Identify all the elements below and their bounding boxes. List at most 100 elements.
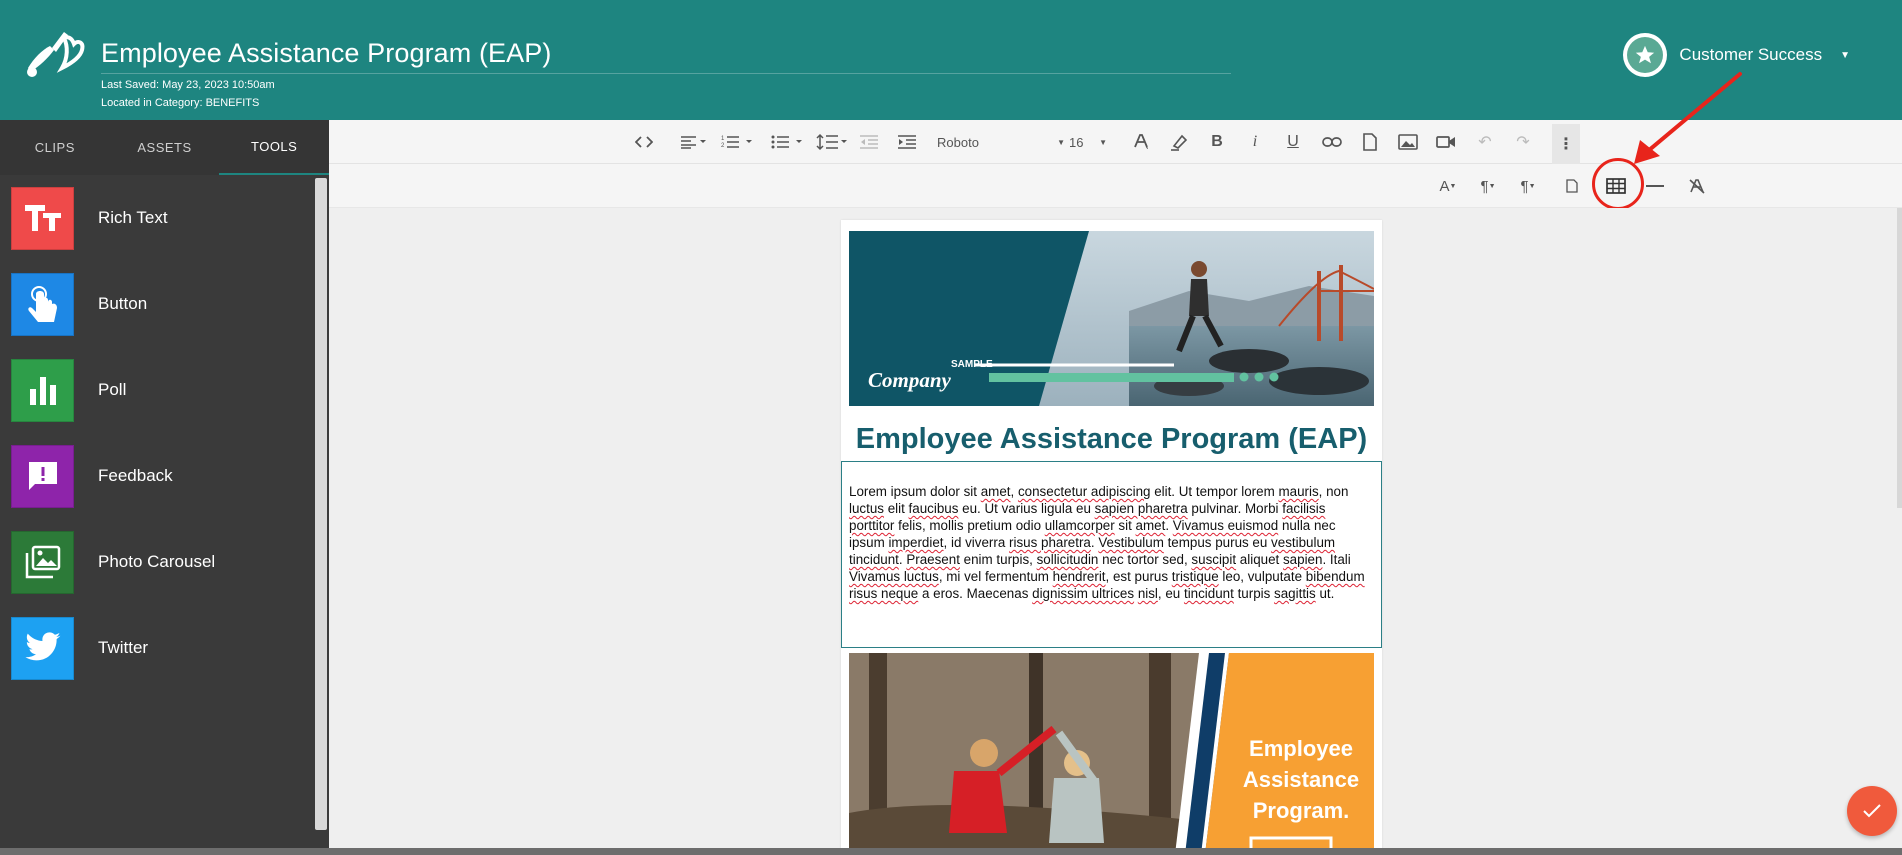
clear-format-icon[interactable]	[1685, 174, 1709, 198]
body-text: , non	[1318, 484, 1349, 499]
tool-feedback[interactable]: Feedback	[0, 433, 313, 519]
page-title: Employee Assistance Program (EAP)	[101, 38, 552, 68]
svg-text:1: 1	[721, 136, 725, 142]
numbered-list-icon[interactable]: 12	[719, 130, 757, 154]
star-icon	[1636, 45, 1655, 64]
tool-button[interactable]: Button	[0, 261, 313, 347]
tab-tools[interactable]: TOOLS	[219, 120, 330, 175]
text-style-icon[interactable]: A ▼	[1433, 174, 1463, 198]
sidebar: CLIPS ASSETS TOOLS Rich Text Button Poll	[0, 120, 330, 855]
italic-icon[interactable]: i	[1243, 130, 1267, 154]
text-format-icon	[11, 186, 74, 250]
code-view-icon[interactable]	[632, 130, 656, 154]
sidebar-scrollbar[interactable]	[315, 178, 327, 830]
highlight-icon[interactable]	[1167, 130, 1191, 154]
more-options-icon[interactable]: ⋮	[1552, 124, 1580, 164]
last-saved-text: Last Saved: May 23, 2023 10:50am	[101, 79, 275, 91]
font-color-icon[interactable]	[1129, 130, 1153, 154]
tab-assets[interactable]: ASSETS	[110, 120, 220, 175]
spellcheck-word: Vivamus luctus	[849, 569, 939, 584]
spellcheck-word: consectetur adipiscing	[1017, 484, 1151, 499]
pointer-hand-icon	[11, 272, 74, 336]
tool-label: Rich Text	[98, 208, 168, 227]
spellcheck-word: hendrerit	[1052, 569, 1106, 584]
tab-clips[interactable]: CLIPS	[0, 120, 110, 175]
taskbar-strip	[0, 848, 1902, 855]
body-text: a eros. Maecenas	[918, 586, 1033, 601]
tool-photo-carousel[interactable]: Photo Carousel	[0, 519, 313, 605]
spellcheck-word: Vivamus euismod	[1172, 518, 1279, 533]
spellcheck-word: mauris	[1278, 484, 1319, 499]
paragraph-style-icon[interactable]: ¶ ▼	[1473, 174, 1503, 198]
tool-list: Rich Text Button Poll Feedback Photo Car…	[0, 175, 313, 691]
tool-label: Feedback	[98, 466, 173, 485]
spellcheck-word: sagittis	[1274, 586, 1316, 601]
email-page: SAMPLE Company Employee Assistance Progr…	[841, 220, 1382, 855]
spellcheck-word: amet	[1135, 518, 1166, 533]
spellcheck-word: imperdiet	[888, 535, 944, 550]
eap-image-text: Employee Assistance Program.	[1242, 736, 1360, 823]
spellcheck-word: tincidunt	[1183, 586, 1234, 601]
tool-label: Twitter	[98, 638, 149, 657]
body-text: elit. Ut tempor lorem	[1150, 484, 1279, 499]
body-text: eu. Ut varius ligula eu	[958, 501, 1095, 516]
spellcheck-word: Vestibulum	[1098, 535, 1164, 550]
align-left-icon[interactable]	[677, 130, 709, 154]
rich-text-block[interactable]: Lorem ipsum dolor sit amet, consectetur …	[841, 461, 1382, 648]
tool-poll[interactable]: Poll	[0, 347, 313, 433]
canvas-scrollbar[interactable]	[1897, 208, 1902, 508]
user-name: Customer Success	[1679, 45, 1823, 64]
chevron-down-icon: ▼	[1840, 49, 1850, 61]
body-text: .	[1165, 518, 1173, 533]
outdent-icon[interactable]	[857, 130, 881, 154]
body-text: tempus purus eu	[1163, 535, 1272, 550]
eap-image[interactable]: Employee Assistance Program.	[849, 653, 1374, 855]
confirm-button[interactable]	[1847, 786, 1897, 836]
link-icon[interactable]	[1320, 130, 1344, 154]
spellcheck-word: nisl	[1137, 586, 1158, 601]
tool-label: Button	[98, 294, 148, 313]
horizontal-line-icon[interactable]	[1643, 174, 1667, 198]
editor-toolbar-more: A ▼ ¶ ▼ ¶ ▼	[329, 164, 1902, 208]
avatar	[1623, 33, 1668, 77]
brush-logo-icon[interactable]	[24, 28, 86, 80]
paragraph-format-icon[interactable]: ¶ ▼	[1513, 174, 1543, 198]
user-menu[interactable]: Customer Success ▼	[1623, 33, 1850, 77]
font-size-select[interactable]: 16 ▼	[1069, 130, 1107, 154]
check-icon	[1863, 804, 1881, 818]
image-icon[interactable]	[1396, 130, 1420, 154]
spellcheck-word: tristique	[1171, 569, 1219, 584]
redo-icon[interactable]: ↷	[1511, 130, 1535, 154]
font-family-select[interactable]: Roboto ▼	[937, 130, 1065, 154]
body-text: elit	[883, 501, 909, 516]
spellcheck-word: dignissim ultrices	[1032, 586, 1135, 601]
spellcheck-word: suscipit	[1191, 552, 1237, 567]
spellcheck-word: luctus	[849, 501, 884, 516]
font-family-value: Roboto	[937, 134, 979, 150]
svg-text:2: 2	[721, 143, 725, 149]
page-icon[interactable]	[1563, 174, 1581, 198]
title-divider	[101, 73, 1231, 74]
line-height-icon[interactable]	[815, 130, 849, 154]
underline-icon[interactable]: U	[1281, 130, 1305, 154]
body-text: , est purus	[1105, 569, 1172, 584]
bar-chart-icon	[11, 358, 74, 422]
tool-twitter[interactable]: Twitter	[0, 605, 313, 691]
document-title[interactable]: Employee Assistance Program (EAP)	[841, 423, 1382, 456]
video-icon[interactable]	[1434, 130, 1458, 154]
twitter-bird-icon	[11, 616, 74, 680]
editor-toolbar: 12 Roboto ▼ 16 ▼ B i U ↶ ↷ ⋮	[329, 120, 1902, 164]
file-icon[interactable]	[1358, 130, 1382, 154]
category-text: Located in Category: BENEFITS	[101, 97, 260, 109]
undo-icon[interactable]: ↶	[1473, 130, 1497, 154]
banner-logo: Company	[868, 368, 952, 392]
body-text: , eu	[1157, 586, 1184, 601]
indent-icon[interactable]	[895, 130, 919, 154]
tool-rich-text[interactable]: Rich Text	[0, 175, 313, 261]
bullet-list-icon[interactable]	[769, 130, 807, 154]
body-text: turpis	[1233, 586, 1275, 601]
bold-icon[interactable]: B	[1205, 130, 1229, 154]
body-text: enim turpis,	[959, 552, 1037, 567]
body-text: , mi vel fermentum	[938, 569, 1053, 584]
banner-image[interactable]: SAMPLE Company	[849, 231, 1374, 406]
